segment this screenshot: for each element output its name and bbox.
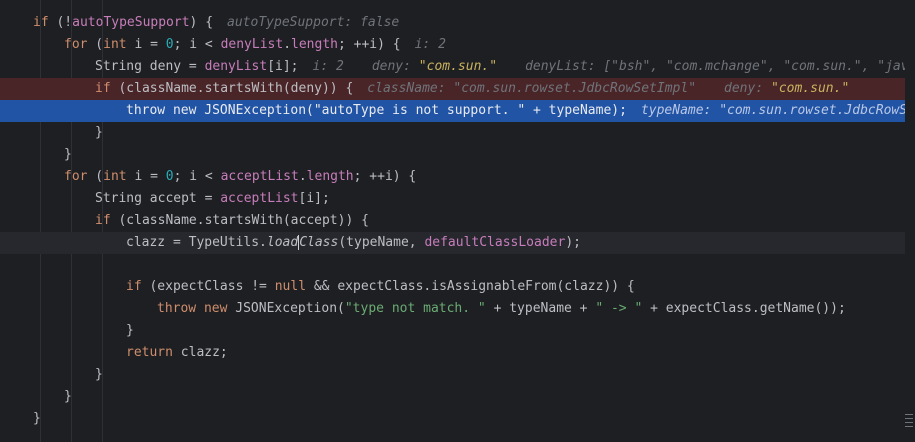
- inline-debug-hint: deny:: [371, 59, 419, 74]
- code-line[interactable]: }: [0, 320, 905, 342]
- inline-debug-hint: autoTypeSupport:: [227, 15, 361, 30]
- code-line[interactable]: for (int i = 0; i < acceptList.length; +…: [0, 166, 905, 188]
- code-line[interactable]: if (className.startsWith(accept)) {: [0, 210, 905, 232]
- breakpoint-line[interactable]: if (className.startsWith(deny)) {classNa…: [0, 78, 905, 100]
- keyword: if: [33, 15, 49, 30]
- scroll-marker: [905, 418, 913, 419]
- code-line[interactable]: if (!autoTypeSupport) {autoTypeSupport: …: [0, 12, 905, 34]
- vertical-scrollbar[interactable]: [905, 0, 915, 442]
- code-line[interactable]: }: [0, 386, 905, 408]
- code-line[interactable]: }: [0, 144, 905, 166]
- scroll-marker: [905, 414, 913, 415]
- scroll-marker: [905, 422, 913, 423]
- code-line[interactable]: }: [0, 408, 905, 430]
- inline-debug-hint: denyList: ["bsh", "com.mchange", "com.su…: [525, 59, 905, 74]
- execution-point-line[interactable]: throw new JSONException("autoType is not…: [0, 100, 905, 122]
- inline-debug-hint: i: 2: [312, 59, 344, 74]
- code-line[interactable]: if (expectClass != null && expectClass.i…: [0, 276, 905, 298]
- code-line[interactable]: String deny = denyList[i]; i: 2 deny: "com…: [0, 56, 905, 78]
- code-line[interactable]: }: [0, 122, 905, 144]
- code-line[interactable]: String accept = acceptList[i];: [0, 188, 905, 210]
- scroll-marker: [905, 426, 913, 427]
- code-editor[interactable]: if (!autoTypeSupport) {autoTypeSupport: …: [0, 0, 915, 442]
- code-line[interactable]: for (int i = 0; i < denyList.length; ++i…: [0, 34, 905, 56]
- inline-debug-hint: className: "com.sun.rowset.JdbcRowSetImp…: [367, 81, 697, 96]
- inline-debug-hint: typeName: "com.sun.rowset.JdbcRowSe: [640, 103, 905, 118]
- code-line[interactable]: throw new JSONException("type not match.…: [0, 298, 905, 320]
- inline-debug-hint: i: 2: [414, 37, 446, 52]
- code-line[interactable]: return clazz;: [0, 342, 905, 364]
- code-line[interactable]: }: [0, 364, 905, 386]
- caret-line[interactable]: clazz = TypeUtils.loadClass(typeName, de…: [0, 232, 905, 254]
- inline-debug-hint: deny:: [724, 81, 771, 96]
